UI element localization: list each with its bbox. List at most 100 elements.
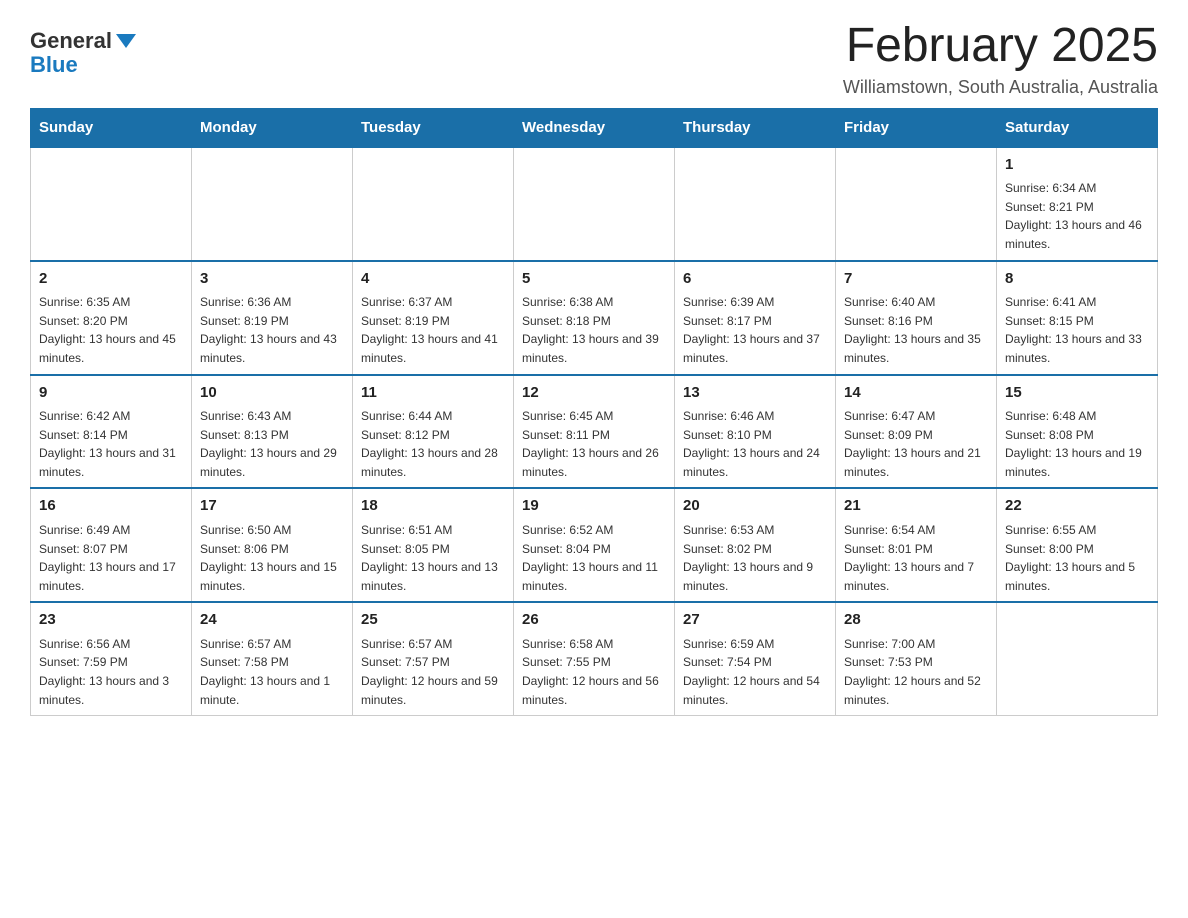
calendar-cell: 19 Sunrise: 6:52 AM Sunset: 8:04 PM Dayli… [514,488,675,602]
day-number: 16 [39,495,183,518]
calendar-week-row-5: 23Sunrise: 6:56 AM Sunset: 7:59 PM Dayli… [31,602,1158,715]
day-info: Sunrise: 6:42 AM Sunset: 8:14 PM Dayligh… [39,407,183,481]
page-header: General Blue February 2025 Williamstown,… [30,20,1158,98]
calendar-header-row: SundayMondayTuesdayWednesdayThursdayFrid… [31,108,1158,147]
location-subtitle: Williamstown, South Australia, Australia [843,77,1158,98]
day-number: 4 [361,268,505,291]
day-info: Sunrise: 6:50 AM Sunset: 8:06 PM Dayligh… [200,521,344,595]
calendar-cell: 20 Sunrise: 6:53 AM Sunset: 8:02 PM Dayli… [675,488,836,602]
day-number: 5 [522,268,666,291]
day-number: 28 [844,609,988,632]
calendar-cell: 3Sunrise: 6:36 AM Sunset: 8:19 PM Daylig… [192,261,353,375]
day-info: Sunrise: 6:44 AM Sunset: 8:12 PM Dayligh… [361,407,505,481]
day-info: Sunrise: 6:53 AM Sunset: 8:02 PM Dayligh… [683,521,827,595]
calendar-cell: 28 Sunrise: 7:00 AM Sunset: 7:53 PM Dayli… [836,602,997,715]
day-number: 27 [683,609,827,632]
day-number: 26 [522,609,666,632]
day-info: Sunrise: 6:48 AM Sunset: 8:08 PM Dayligh… [1005,407,1149,481]
calendar-header-monday: Monday [192,108,353,147]
calendar-cell: 6Sunrise: 6:39 AM Sunset: 8:17 PM Daylig… [675,261,836,375]
calendar-cell: 26 Sunrise: 6:58 AM Sunset: 7:55 PM Dayli… [514,602,675,715]
day-info: Sunrise: 6:54 AM Sunset: 8:01 PM Dayligh… [844,521,988,595]
calendar-header-saturday: Saturday [997,108,1158,147]
logo-text-general: General [30,30,112,52]
calendar-cell: 13Sunrise: 6:46 AM Sunset: 8:10 PM Dayli… [675,375,836,489]
day-info: Sunrise: 6:47 AM Sunset: 8:09 PM Dayligh… [844,407,988,481]
logo-text-blue: Blue [30,52,78,78]
day-info: Sunrise: 6:58 AM Sunset: 7:55 PM Dayligh… [522,635,666,709]
day-number: 17 [200,495,344,518]
calendar-header-thursday: Thursday [675,108,836,147]
day-number: 13 [683,382,827,405]
day-number: 11 [361,382,505,405]
calendar-cell: 27 Sunrise: 6:59 AM Sunset: 7:54 PM Dayli… [675,602,836,715]
day-info: Sunrise: 6:35 AM Sunset: 8:20 PM Dayligh… [39,293,183,367]
calendar-header-wednesday: Wednesday [514,108,675,147]
day-info: Sunrise: 6:55 AM Sunset: 8:00 PM Dayligh… [1005,521,1149,595]
calendar-cell: 10Sunrise: 6:43 AM Sunset: 8:13 PM Dayli… [192,375,353,489]
day-number: 3 [200,268,344,291]
day-info: Sunrise: 7:00 AM Sunset: 7:53 PM Dayligh… [844,635,988,709]
day-number: 25 [361,609,505,632]
day-number: 21 [844,495,988,518]
day-info: Sunrise: 6:34 AM Sunset: 8:21 PM Dayligh… [1005,179,1149,253]
day-number: 6 [683,268,827,291]
day-info: Sunrise: 6:51 AM Sunset: 8:05 PM Dayligh… [361,521,505,595]
calendar-header-friday: Friday [836,108,997,147]
day-number: 19 [522,495,666,518]
day-info: Sunrise: 6:49 AM Sunset: 8:07 PM Dayligh… [39,521,183,595]
day-info: Sunrise: 6:40 AM Sunset: 8:16 PM Dayligh… [844,293,988,367]
logo-arrow-icon [116,34,136,48]
calendar-cell: 1Sunrise: 6:34 AM Sunset: 8:21 PM Daylig… [997,147,1158,261]
calendar-cell: 16 Sunrise: 6:49 AM Sunset: 8:07 PM Dayli… [31,488,192,602]
day-info: Sunrise: 6:41 AM Sunset: 8:15 PM Dayligh… [1005,293,1149,367]
day-info: Sunrise: 6:36 AM Sunset: 8:19 PM Dayligh… [200,293,344,367]
calendar-cell: 21 Sunrise: 6:54 AM Sunset: 8:01 PM Dayli… [836,488,997,602]
calendar-cell: 12Sunrise: 6:45 AM Sunset: 8:11 PM Dayli… [514,375,675,489]
month-title: February 2025 [843,20,1158,73]
logo: General Blue [30,30,136,78]
calendar-cell [997,602,1158,715]
calendar-cell [31,147,192,261]
day-info: Sunrise: 6:59 AM Sunset: 7:54 PM Dayligh… [683,635,827,709]
calendar-cell: 23Sunrise: 6:56 AM Sunset: 7:59 PM Dayli… [31,602,192,715]
day-number: 7 [844,268,988,291]
day-number: 14 [844,382,988,405]
day-number: 10 [200,382,344,405]
calendar-cell: 11Sunrise: 6:44 AM Sunset: 8:12 PM Dayli… [353,375,514,489]
calendar-week-row-2: 2Sunrise: 6:35 AM Sunset: 8:20 PM Daylig… [31,261,1158,375]
calendar-week-row-3: 9Sunrise: 6:42 AM Sunset: 8:14 PM Daylig… [31,375,1158,489]
calendar-cell: 8Sunrise: 6:41 AM Sunset: 8:15 PM Daylig… [997,261,1158,375]
calendar-week-row-1: 1Sunrise: 6:34 AM Sunset: 8:21 PM Daylig… [31,147,1158,261]
calendar-cell: 5Sunrise: 6:38 AM Sunset: 8:18 PM Daylig… [514,261,675,375]
day-number: 15 [1005,382,1149,405]
calendar-cell: 7Sunrise: 6:40 AM Sunset: 8:16 PM Daylig… [836,261,997,375]
day-info: Sunrise: 6:38 AM Sunset: 8:18 PM Dayligh… [522,293,666,367]
day-number: 2 [39,268,183,291]
calendar-week-row-4: 16 Sunrise: 6:49 AM Sunset: 8:07 PM Dayli… [31,488,1158,602]
calendar-cell [353,147,514,261]
calendar-cell [514,147,675,261]
day-info: Sunrise: 6:57 AM Sunset: 7:57 PM Dayligh… [361,635,505,709]
title-block: February 2025 Williamstown, South Austra… [843,20,1158,98]
day-number: 20 [683,495,827,518]
calendar-cell: 18Sunrise: 6:51 AM Sunset: 8:05 PM Dayli… [353,488,514,602]
calendar-header-tuesday: Tuesday [353,108,514,147]
day-info: Sunrise: 6:43 AM Sunset: 8:13 PM Dayligh… [200,407,344,481]
calendar-cell: 15Sunrise: 6:48 AM Sunset: 8:08 PM Dayli… [997,375,1158,489]
calendar-header-sunday: Sunday [31,108,192,147]
day-info: Sunrise: 6:52 AM Sunset: 8:04 PM Dayligh… [522,521,666,595]
day-number: 1 [1005,154,1149,177]
day-number: 9 [39,382,183,405]
day-number: 24 [200,609,344,632]
day-info: Sunrise: 6:56 AM Sunset: 7:59 PM Dayligh… [39,635,183,709]
calendar-cell: 9Sunrise: 6:42 AM Sunset: 8:14 PM Daylig… [31,375,192,489]
day-number: 8 [1005,268,1149,291]
calendar-cell: 25 Sunrise: 6:57 AM Sunset: 7:57 PM Dayli… [353,602,514,715]
calendar-table: SundayMondayTuesdayWednesdayThursdayFrid… [30,108,1158,716]
day-info: Sunrise: 6:45 AM Sunset: 8:11 PM Dayligh… [522,407,666,481]
calendar-cell: 17 Sunrise: 6:50 AM Sunset: 8:06 PM Dayli… [192,488,353,602]
day-info: Sunrise: 6:46 AM Sunset: 8:10 PM Dayligh… [683,407,827,481]
day-number: 22 [1005,495,1149,518]
calendar-cell: 14Sunrise: 6:47 AM Sunset: 8:09 PM Dayli… [836,375,997,489]
